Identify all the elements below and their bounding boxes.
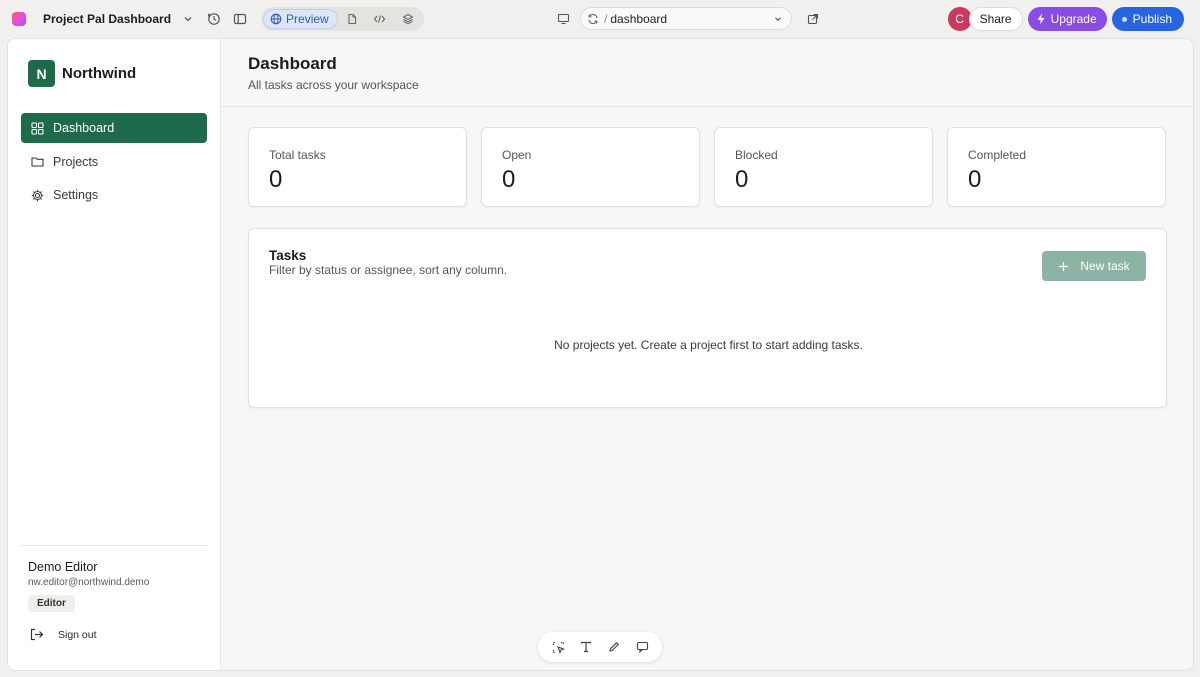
stat-value: 0 (968, 166, 982, 193)
url-area: / dashboard (552, 7, 824, 30)
share-button[interactable]: Share (968, 7, 1023, 31)
editor-topbar: Project Pal Dashboard Preview / dashboar… (0, 0, 1200, 38)
upgrade-button-label: Upgrade (1050, 12, 1097, 26)
lightning-icon (1037, 13, 1045, 25)
sidebar-nav: Dashboard Projects Settings (21, 113, 207, 214)
page-header: Dashboard All tasks across your workspac… (221, 39, 1193, 107)
tasks-title: Tasks (269, 248, 307, 263)
chevron-down-icon[interactable] (177, 8, 199, 30)
stat-value: 0 (502, 166, 516, 193)
url-bar[interactable]: / dashboard (580, 7, 792, 30)
desktop-icon[interactable] (552, 8, 574, 30)
stat-label: Total tasks (269, 148, 326, 162)
chevron-down-icon[interactable] (773, 14, 783, 24)
view-mode-switcher: Preview (261, 7, 424, 31)
publish-status-dot-icon (1121, 16, 1127, 22)
empty-state-message: No projects yet. Create a project first … (554, 338, 863, 352)
file-icon[interactable] (338, 9, 366, 29)
sidebar: N Northwind Dashboard Projects Settings … (8, 39, 221, 670)
publish-button-label: Publish (1132, 12, 1172, 26)
layers-icon[interactable] (394, 9, 422, 29)
floating-edit-toolbar (538, 632, 662, 662)
project-title[interactable]: Project Pal Dashboard (43, 12, 171, 26)
stat-card-open: Open 0 (481, 127, 700, 207)
pencil-icon[interactable] (603, 636, 625, 658)
sign-out-button[interactable]: Sign out (28, 628, 200, 641)
sidebar-item-settings[interactable]: Settings (21, 180, 207, 210)
page-subtitle: All tasks across your workspace (248, 78, 419, 92)
sign-out-icon (30, 628, 44, 641)
avatar[interactable]: C (947, 7, 972, 31)
brand-name: Northwind (62, 65, 137, 82)
grid-icon (31, 121, 44, 135)
main-content: Dashboard All tasks across your workspac… (221, 39, 1193, 670)
comment-icon[interactable] (631, 636, 653, 658)
publish-button[interactable]: Publish (1111, 7, 1184, 31)
sidebar-item-label: Projects (53, 154, 99, 169)
plus-icon (1059, 261, 1069, 271)
stat-value: 0 (269, 166, 283, 193)
sidebar-item-label: Settings (53, 188, 99, 202)
refresh-icon[interactable] (587, 13, 599, 25)
sidebar-item-dashboard[interactable]: Dashboard (21, 113, 207, 143)
preview-frame: N Northwind Dashboard Projects Settings … (7, 38, 1194, 671)
topbar-right: C Share Upgrade Publish (947, 7, 1184, 31)
sidebar-toggle-icon[interactable] (229, 8, 251, 30)
user-name: Demo Editor (28, 560, 98, 574)
history-icon[interactable] (203, 8, 225, 30)
page-title: Dashboard (248, 54, 337, 73)
stat-value: 0 (735, 166, 749, 193)
role-badge: Editor (28, 595, 75, 612)
stats-row: Total tasks 0 Open 0 Blocked 0 Completed… (248, 127, 1166, 207)
upgrade-button[interactable]: Upgrade (1027, 7, 1107, 31)
url-path: dashboard (610, 11, 668, 26)
stat-label: Open (502, 148, 532, 162)
external-link-icon[interactable] (802, 8, 824, 30)
user-panel: Demo Editor nw.editor@northwind.demo Edi… (21, 545, 207, 641)
new-task-button[interactable]: New task (1042, 251, 1146, 281)
gear-icon (31, 189, 44, 201)
brand[interactable]: N Northwind (28, 60, 136, 87)
select-element-icon[interactable] (547, 636, 569, 658)
stat-card-blocked: Blocked 0 (714, 127, 933, 207)
topbar-left: Project Pal Dashboard Preview (12, 0, 424, 38)
sign-out-label: Sign out (58, 628, 97, 641)
url-slash: / (604, 11, 608, 26)
sidebar-item-projects[interactable]: Projects (21, 147, 207, 177)
preview-tab[interactable]: Preview (263, 9, 338, 29)
app-logo-icon[interactable] (12, 12, 26, 26)
tasks-card: Tasks Filter by status or assignee, sort… (248, 228, 1167, 408)
folder-icon (31, 157, 44, 167)
stat-label: Blocked (735, 148, 778, 162)
brand-logo-icon: N (28, 60, 55, 87)
tasks-subtitle: Filter by status or assignee, sort any c… (269, 263, 508, 277)
stat-card-total-tasks: Total tasks 0 (248, 127, 467, 207)
stat-label: Completed (968, 148, 1027, 162)
stat-card-completed: Completed 0 (947, 127, 1166, 207)
globe-icon (270, 13, 282, 25)
new-task-button-label: New task (1080, 259, 1130, 273)
sidebar-item-label: Dashboard (53, 121, 115, 135)
text-tool-icon[interactable] (575, 636, 597, 658)
code-icon[interactable] (366, 9, 394, 29)
user-email: nw.editor@northwind.demo (28, 577, 150, 588)
preview-tab-label: Preview (286, 12, 329, 26)
